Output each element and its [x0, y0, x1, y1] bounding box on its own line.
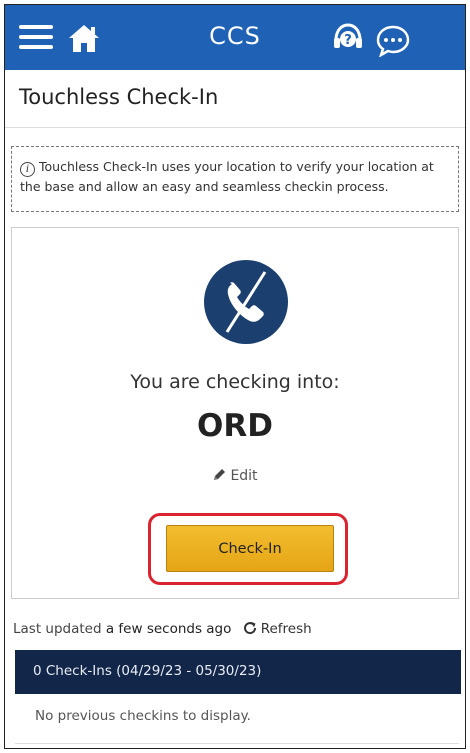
page-title: Touchless Check-In: [19, 85, 219, 109]
top-bar: CCS ?: [5, 5, 465, 70]
help-headset-icon[interactable]: ?: [331, 21, 365, 55]
edit-link[interactable]: Edit: [12, 468, 458, 484]
checking-into-label: You are checking into:: [130, 371, 340, 393]
svg-text:?: ?: [344, 33, 352, 48]
last-updated-row: Last updated a few seconds ago Refresh: [13, 620, 312, 637]
info-text: Touchless Check-In uses your location to…: [20, 159, 434, 194]
info-notice: i Touchless Check-In uses your location t…: [11, 146, 459, 212]
refresh-label: Refresh: [260, 621, 312, 637]
info-icon: i: [20, 162, 35, 177]
edit-label: Edit: [230, 468, 258, 484]
refresh-link[interactable]: Refresh: [242, 621, 312, 637]
last-updated-label: Last updated: [13, 621, 102, 637]
last-updated-age: a few seconds ago: [105, 621, 232, 637]
checkin-card: You are checking into: ORD Edit Check-In: [11, 227, 459, 599]
phone-slash-icon: [202, 258, 290, 346]
empty-checkins-message: No previous checkins to display.: [35, 708, 251, 724]
divider: [15, 743, 459, 744]
pencil-icon: [212, 468, 226, 484]
chat-bubble-icon[interactable]: [375, 23, 411, 58]
checkin-button[interactable]: Check-In: [166, 525, 334, 572]
checkins-header[interactable]: 0 Check-Ins (04/29/23 - 05/30/23): [15, 650, 461, 694]
divider: [5, 127, 465, 128]
refresh-icon: [242, 620, 258, 636]
location-code: ORD: [197, 408, 273, 444]
app-frame: CCS ? Touchless Check-In i Touchless Chec…: [4, 4, 466, 749]
